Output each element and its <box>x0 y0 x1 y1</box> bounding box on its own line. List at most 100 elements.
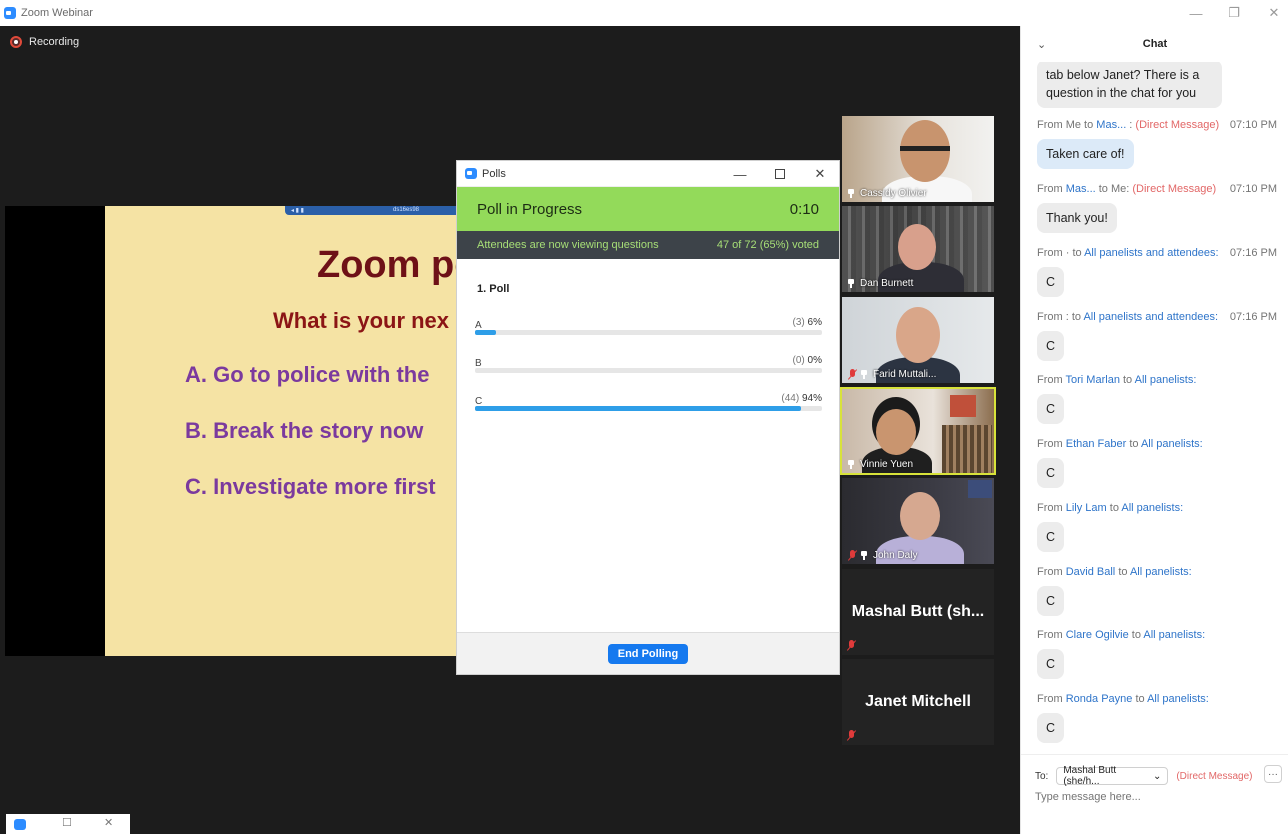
chat-message-text: C <box>1037 522 1065 552</box>
participant-tile[interactable]: Mashal Butt (sh... <box>842 569 994 655</box>
minimize-button[interactable]: — <box>1176 0 1216 26</box>
glasses-icon <box>900 146 950 151</box>
chat-sender-link[interactable]: Ethan Faber <box>1066 438 1127 450</box>
chat-sender-link[interactable]: Tori Marlan <box>1066 374 1120 386</box>
participant-face <box>900 120 950 182</box>
participant-name-label: Vinnie Yuen <box>848 459 913 470</box>
poll-question-name: 1. Poll <box>477 283 510 295</box>
chat-message-meta: From Me to Mas... : (Direct Message) 07:1… <box>1037 119 1277 131</box>
chat-sender-link[interactable]: Lily Lam <box>1066 502 1107 514</box>
participant-tile-active-speaker[interactable]: Vinnie Yuen <box>840 387 996 475</box>
mini-close-icon[interactable]: ✕ <box>104 816 113 829</box>
chat-message-meta: From Ethan Faber to All panelists: <box>1037 438 1203 450</box>
poll-option-bar-fill <box>475 330 496 335</box>
chat-message: From : to All panelists and attendees: 07… <box>1037 311 1277 361</box>
participant-tile[interactable]: John Daly <box>842 478 994 564</box>
chat-message: From Ronda Payne to All panelists: C <box>1037 693 1277 743</box>
polls-titlebar[interactable]: Polls — ✕ <box>457 161 839 187</box>
chat-sender-link[interactable]: Mas... <box>1066 183 1096 195</box>
chat-message-text: C <box>1037 394 1065 424</box>
slide-option-c: C. Investigate more first <box>185 474 436 499</box>
polls-maximize-button[interactable] <box>765 161 795 187</box>
poll-option-a: A (3) 6% <box>475 317 822 335</box>
chat-recipient-link[interactable]: All panelists: <box>1121 502 1183 514</box>
chat-panel: ⌄ Chat tab below Janet? There is a quest… <box>1020 26 1288 834</box>
recording-indicator[interactable]: Recording <box>10 36 79 48</box>
polls-minimize-button[interactable]: — <box>725 161 755 187</box>
chat-message-meta: From · to All panelists and attendees: 07… <box>1037 247 1277 259</box>
chat-sender-link[interactable]: Ronda Payne <box>1066 693 1133 705</box>
share-toolbar-id: ds16es98 <box>393 207 420 213</box>
participant-face <box>900 492 940 540</box>
chat-message: From Ethan Faber to All panelists: C <box>1037 438 1277 488</box>
participant-name-label: Janet Mitchell <box>865 693 971 710</box>
poll-option-bar <box>475 368 822 373</box>
participant-face <box>896 307 940 363</box>
chat-message: From Lily Lam to All panelists: C <box>1037 502 1277 552</box>
pin-icon <box>848 460 854 469</box>
participant-face <box>876 409 916 455</box>
chat-message-meta: From David Ball to All panelists: <box>1037 566 1192 578</box>
pin-icon <box>861 551 867 560</box>
participant-tile[interactable]: Farid Muttali... <box>842 297 994 383</box>
polls-footer: End Polling <box>457 632 839 674</box>
chat-direct-message-tag: (Direct Message) <box>1176 770 1253 782</box>
chat-recipient-link[interactable]: All panelists: <box>1147 693 1209 705</box>
mic-muted-icon <box>848 369 857 380</box>
chat-sender-link[interactable]: Clare Ogilvie <box>1066 629 1129 641</box>
chat-more-button[interactable]: ··· <box>1264 765 1282 783</box>
chat-message-text: C <box>1037 458 1065 488</box>
chat-recipient-link[interactable]: Mas... <box>1096 119 1126 131</box>
poll-option-stat: (44) 94% <box>781 393 822 404</box>
chat-recipient-select[interactable]: Mashal Butt (she/h... ⌄ <box>1056 765 1169 787</box>
maximize-icon <box>775 169 785 179</box>
chat-recipient-link[interactable]: All panelists and attendees: <box>1084 247 1219 259</box>
chat-message: From Mas... to Me: (Direct Message) 07:10… <box>1037 183 1277 233</box>
chat-message-list[interactable]: tab below Janet? There is a question in … <box>1021 62 1288 762</box>
zoom-logo-icon <box>14 818 26 830</box>
mic-muted-icon <box>848 550 857 561</box>
mic-muted-icon <box>847 730 856 741</box>
share-toolbar[interactable]: ◂ ▮ ▮ ds16es98 <box>285 206 460 215</box>
chat-recipient-link[interactable]: All panelists: <box>1143 629 1205 641</box>
poll-voted-count: 47 of 72 (65%) voted <box>716 239 819 251</box>
chat-message-text: tab below Janet? There is a question in … <box>1037 62 1222 108</box>
recording-icon <box>10 36 22 48</box>
monitor-background <box>968 480 992 498</box>
chat-message-meta: From : to All panelists and attendees: 07… <box>1037 311 1277 323</box>
chat-recipient-link[interactable]: All panelists: <box>1141 438 1203 450</box>
wall-art <box>950 395 976 417</box>
chat-recipient-link[interactable]: All panelists: <box>1135 374 1197 386</box>
chat-message-text: C <box>1037 713 1065 743</box>
slide-option-b: B. Break the story now <box>185 418 424 443</box>
chat-recipient-row: To: Mashal Butt (she/h... ⌄ (Direct Mess… <box>1035 765 1253 787</box>
chat-message-input[interactable] <box>1035 791 1275 803</box>
slide-option-a: A. Go to police with the <box>185 362 430 387</box>
end-polling-button[interactable]: End Polling <box>607 643 689 664</box>
close-button[interactable]: ✕ <box>1254 0 1288 26</box>
minimized-window-bar[interactable]: ☐ ✕ <box>6 814 130 834</box>
polls-dialog: Polls — ✕ Poll in Progress 0:10 Attendee… <box>456 160 840 675</box>
participant-tile[interactable]: Cassidy Olivier <box>842 116 994 202</box>
polls-window-title: Polls <box>482 167 506 180</box>
chat-message-meta: From Lily Lam to All panelists: <box>1037 502 1184 514</box>
participant-tile[interactable]: Janet Mitchell <box>842 659 994 745</box>
recording-label: Recording <box>29 36 80 48</box>
bookshelf-background <box>942 425 992 473</box>
poll-status: Poll in Progress <box>477 200 583 218</box>
chat-recipient-link[interactable]: All panelists: <box>1130 566 1192 578</box>
poll-option-stat: (3) 6% <box>792 317 822 328</box>
shared-screen[interactable]: ◂ ▮ ▮ ds16es98 Zoom po What is your nex … <box>5 206 460 656</box>
chat-sender-link[interactable]: David Ball <box>1066 566 1116 578</box>
mini-restore-icon[interactable]: ☐ <box>62 816 72 829</box>
polls-close-button[interactable]: ✕ <box>805 161 835 187</box>
restore-button[interactable]: ❐ <box>1214 0 1254 26</box>
participant-tile[interactable]: Dan Burnett <box>842 206 994 292</box>
chat-recipient-link[interactable]: All panelists and attendees: <box>1083 311 1218 323</box>
chat-header: ⌄ Chat <box>1021 26 1288 62</box>
chat-message: tab below Janet? There is a question in … <box>1037 62 1277 108</box>
slide-title: Zoom po <box>317 244 460 286</box>
chat-message: From · to All panelists and attendees: 07… <box>1037 247 1277 297</box>
chat-message-text: C <box>1037 267 1065 297</box>
poll-info: Attendees are now viewing questions <box>477 239 659 251</box>
